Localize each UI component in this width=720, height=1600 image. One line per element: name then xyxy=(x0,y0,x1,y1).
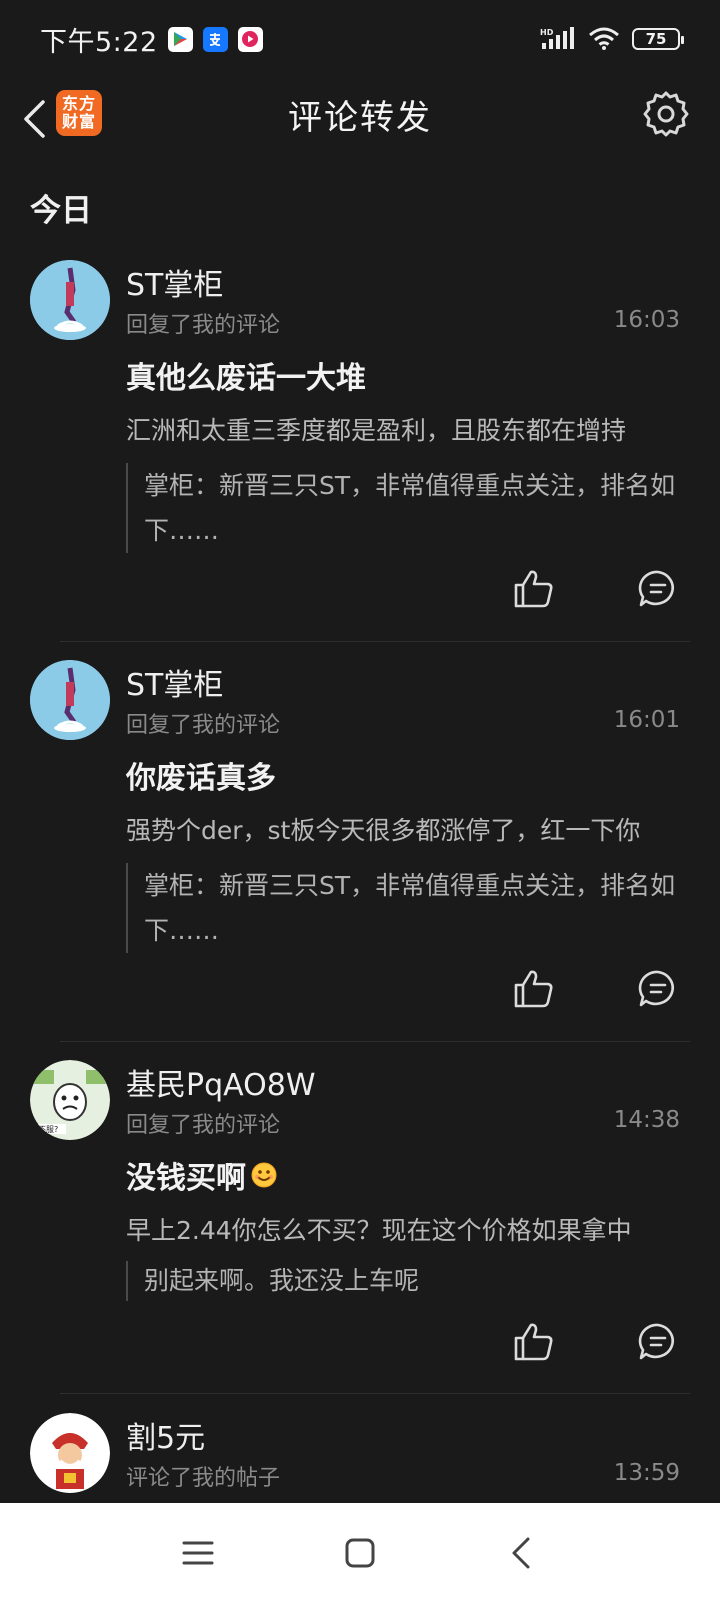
menu-icon xyxy=(182,1541,214,1565)
my-comment-text: 强势个der，st板今天很多都涨停了，红一下你 xyxy=(126,816,641,845)
list-item[interactable]: ST掌柜 回复了我的评论 16:01 你废话真多 强势个der，st板今天很多都… xyxy=(0,655,720,1045)
action-text: 回复了我的评论 xyxy=(126,313,281,338)
action-text: 回复了我的评论 xyxy=(126,713,281,738)
gear-icon xyxy=(643,91,689,137)
quoted-post[interactable]: 掌柜：新晋三只ST，非常值得重点关注，排名如下…… xyxy=(126,463,686,553)
play-store-icon xyxy=(167,26,193,52)
comment-icon xyxy=(638,1323,674,1360)
my-comment-text: 汇洲和太重三季度都是盈利，且股东都在增持 xyxy=(126,416,627,445)
comment-icon xyxy=(638,570,674,607)
reply-button[interactable] xyxy=(636,567,680,611)
system-back-button[interactable] xyxy=(500,1531,544,1575)
status-indicators: HD 75 xyxy=(540,27,684,51)
chevron-left-icon xyxy=(512,1537,530,1569)
like-button[interactable] xyxy=(512,567,556,611)
avatar[interactable] xyxy=(30,260,110,340)
video-app-icon xyxy=(237,26,263,52)
like-button[interactable] xyxy=(512,1320,556,1364)
reply-text-content: 没钱买啊 xyxy=(126,1161,246,1196)
thumbs-up-icon xyxy=(514,570,553,608)
section-title-today: 今日 xyxy=(30,193,92,229)
list-item[interactable]: 割5元 评论了我的帖子 13:59 xyxy=(0,1408,720,1503)
timestamp: 13:59 xyxy=(613,1460,680,1486)
action-text: 评论了我的帖子 xyxy=(126,1466,281,1491)
recents-button[interactable] xyxy=(176,1531,220,1575)
svg-text:HD: HD xyxy=(540,28,554,37)
user-name[interactable]: ST掌柜 xyxy=(126,260,223,304)
thumbs-up-icon xyxy=(514,1323,553,1361)
hd-signal-icon: HD xyxy=(540,27,574,49)
notification-icons xyxy=(167,26,263,52)
list-item[interactable]: ST掌柜 回复了我的评论 16:03 真他么废话一大堆 汇洲和太重三季度都是盈利… xyxy=(0,255,720,645)
home-button[interactable] xyxy=(338,1531,382,1575)
status-bar: 下午5:22 HD 75 xyxy=(0,0,720,78)
reply-text: 没钱买啊 xyxy=(126,1153,278,1197)
system-nav-bar xyxy=(0,1503,720,1600)
page-title: 评论转发 xyxy=(288,98,432,138)
quoted-post[interactable]: 别起来啊。我还没上车呢 xyxy=(126,1261,686,1301)
comment-icon xyxy=(638,970,674,1007)
my-comment-text: 早上2.44你怎么不买？现在这个价格如果拿中 xyxy=(126,1216,632,1245)
user-name[interactable]: 割5元 xyxy=(126,1413,205,1457)
battery-level: 75 xyxy=(645,30,667,48)
avatar[interactable] xyxy=(30,660,110,740)
avatar[interactable] xyxy=(30,1413,110,1493)
divider xyxy=(60,641,690,642)
wifi-icon xyxy=(589,27,619,50)
quoted-post[interactable]: 掌柜：新晋三只ST，非常值得重点关注，排名如下…… xyxy=(126,863,686,953)
like-button[interactable] xyxy=(512,967,556,1011)
app-header: 东方 财富 评论转发 xyxy=(0,78,720,160)
smiley-emoji-icon xyxy=(251,1162,277,1188)
timestamp: 16:03 xyxy=(613,307,680,333)
status-time: 下午5:22 xyxy=(40,26,158,58)
timestamp: 14:38 xyxy=(613,1107,680,1133)
action-text: 回复了我的评论 xyxy=(126,1113,281,1138)
user-name[interactable]: 基民PqAO8W xyxy=(126,1060,316,1104)
divider xyxy=(60,1041,690,1042)
alipay-icon xyxy=(202,26,228,52)
svg-text:不服?: 不服? xyxy=(38,1125,58,1134)
reply-text: 你废话真多 xyxy=(126,761,276,796)
divider xyxy=(60,1393,690,1394)
reply-button[interactable] xyxy=(636,967,680,1011)
list-item[interactable]: 不服? 基民PqAO8W 回复了我的评论 14:38 没钱买啊 早上2.44你怎… xyxy=(0,1055,720,1405)
settings-button[interactable] xyxy=(640,88,692,140)
reply-button[interactable] xyxy=(636,1320,680,1364)
user-name[interactable]: ST掌柜 xyxy=(126,660,223,704)
timestamp: 16:01 xyxy=(613,707,680,733)
home-square-icon xyxy=(345,1538,375,1568)
thumbs-up-icon xyxy=(514,970,553,1008)
avatar[interactable]: 不服? xyxy=(30,1060,110,1140)
battery-icon: 75 xyxy=(632,28,684,50)
reply-text: 真他么废话一大堆 xyxy=(126,361,366,396)
